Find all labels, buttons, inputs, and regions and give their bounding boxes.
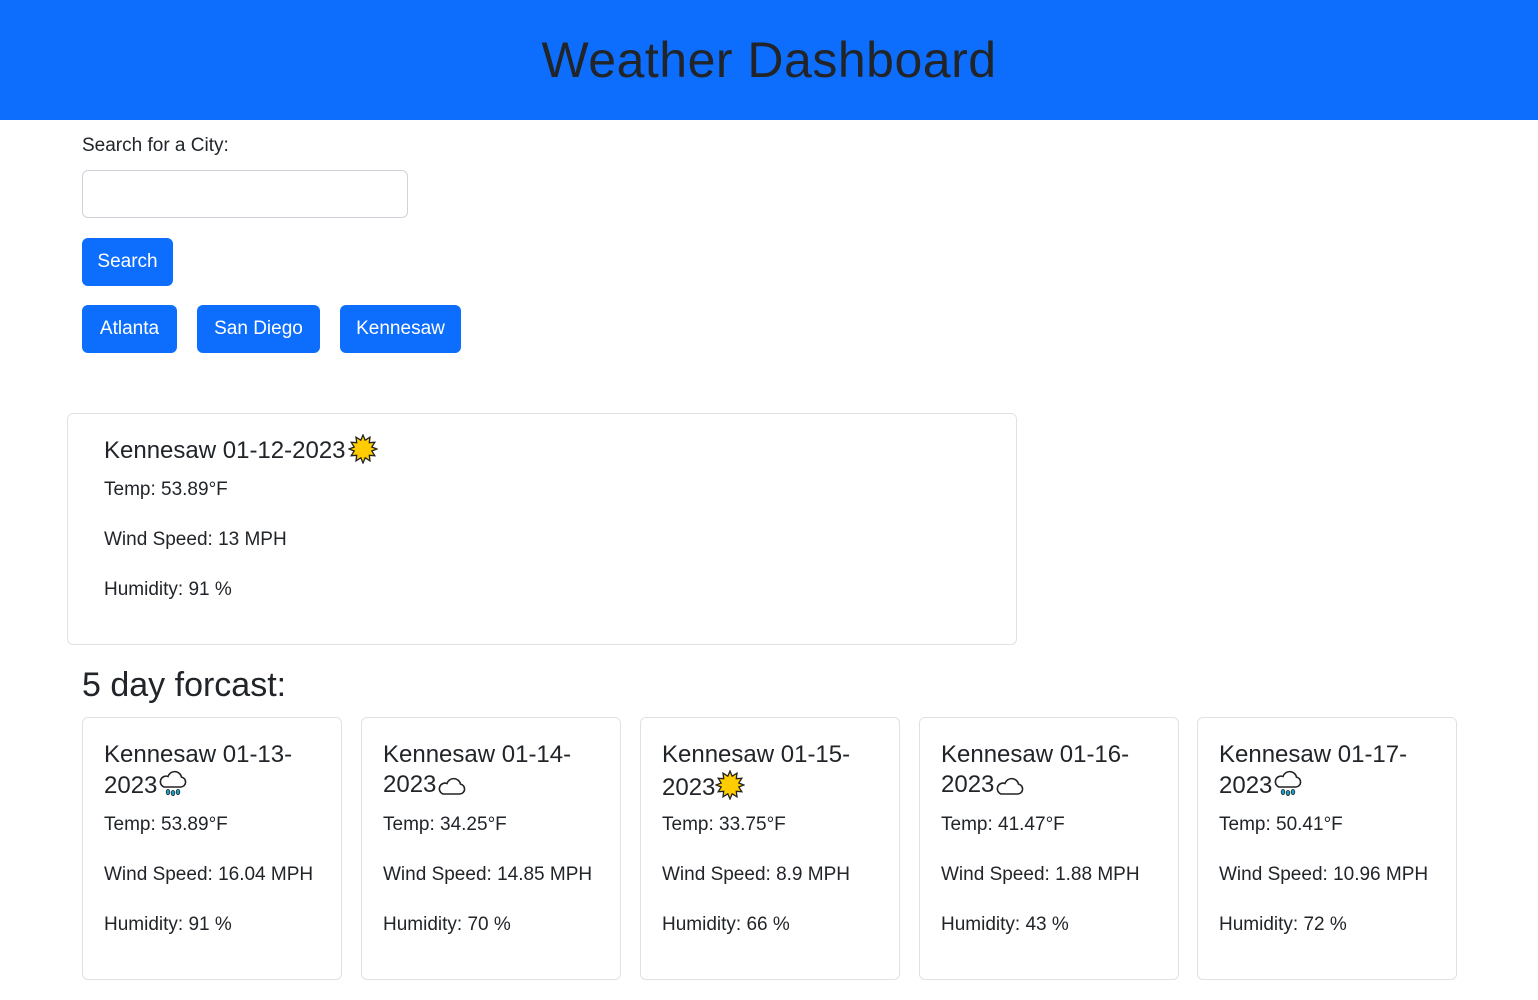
cloud-icon	[994, 771, 1024, 798]
forecast-card: Kennesaw 01-13-2023 Temp: 53.89°F Wind S…	[82, 717, 342, 980]
forecast-humidity: Humidity: 72 %	[1219, 914, 1347, 935]
current-city-date: Kennesaw 01-12-2023	[104, 436, 346, 464]
page-title: Weather Dashboard	[541, 32, 997, 88]
forecast-wind: Wind Speed: 1.88 MPH	[941, 864, 1140, 885]
current-wind: Wind Speed: 13 MPH	[104, 529, 287, 550]
sun-icon	[346, 433, 379, 467]
forecast-city-date: Kennesaw 01-15-2023	[662, 741, 851, 801]
forecast-card: Kennesaw 01-15-2023 Temp: 33.75°F Wind S…	[640, 717, 900, 980]
current-temp: Temp: 53.89°F	[104, 479, 228, 500]
forecast-temp: Temp: 53.89°F	[104, 814, 228, 835]
forecast-city-date: Kennesaw 01-17-2023	[1219, 741, 1408, 799]
forecast-wind: Wind Speed: 14.85 MPH	[383, 864, 593, 885]
forecast-temp: Temp: 41.47°F	[941, 814, 1065, 835]
forecast-humidity: Humidity: 91 %	[104, 914, 232, 935]
city-search-input[interactable]	[82, 170, 408, 218]
sun-icon	[714, 769, 747, 801]
forecast-city-date: Kennesaw 01-14-2023	[383, 741, 572, 798]
history-button-san-diego[interactable]: San Diego	[197, 305, 320, 353]
forecast-city-date: Kennesaw 01-13-2023	[104, 741, 293, 799]
forecast-card: Kennesaw 01-17-2023 Temp: 50.41°F Wind S…	[1197, 717, 1457, 980]
history-button-atlanta[interactable]: Atlanta	[82, 305, 177, 353]
cloud-icon	[436, 771, 466, 798]
forecast-wind: Wind Speed: 16.04 MPH	[104, 864, 314, 885]
search-button[interactable]: Search	[82, 238, 173, 286]
rain-icon	[157, 770, 187, 799]
history-button-kennesaw[interactable]: Kennesaw	[340, 305, 461, 353]
current-title: Kennesaw 01-12-2023	[104, 433, 980, 467]
forecast-title: Kennesaw 01-17-2023	[1219, 740, 1444, 801]
page-header: Weather Dashboard	[0, 0, 1538, 120]
forecast-title: Kennesaw 01-16-2023	[941, 740, 1166, 800]
forecast-title: Kennesaw 01-15-2023	[662, 740, 887, 803]
forecast-wind: Wind Speed: 8.9 MPH	[662, 864, 850, 885]
forecast-temp: Temp: 34.25°F	[383, 814, 507, 835]
forecast-humidity: Humidity: 70 %	[383, 914, 511, 935]
forecast-wind: Wind Speed: 10.96 MPH	[1219, 864, 1429, 885]
forecast-card: Kennesaw 01-16-2023 Temp: 41.47°F Wind S…	[919, 717, 1179, 980]
rain-icon	[1272, 770, 1302, 799]
forecast-humidity: Humidity: 43 %	[941, 914, 1069, 935]
current-weather-card: Kennesaw 01-12-2023 Temp: 53.89°F Wind S…	[67, 413, 1017, 645]
forecast-card: Kennesaw 01-14-2023 Temp: 34.25°F Wind S…	[361, 717, 621, 980]
forecast-city-date: Kennesaw 01-16-2023	[941, 741, 1130, 798]
forecast-title: Kennesaw 01-13-2023	[104, 740, 329, 801]
forecast-temp: Temp: 33.75°F	[662, 814, 786, 835]
search-label: Search for a City:	[82, 135, 229, 156]
forecast-temp: Temp: 50.41°F	[1219, 814, 1343, 835]
forecast-humidity: Humidity: 66 %	[662, 914, 790, 935]
current-humidity: Humidity: 91 %	[104, 579, 232, 600]
forecast-heading: 5 day forcast:	[82, 666, 287, 704]
forecast-title: Kennesaw 01-14-2023	[383, 740, 608, 800]
